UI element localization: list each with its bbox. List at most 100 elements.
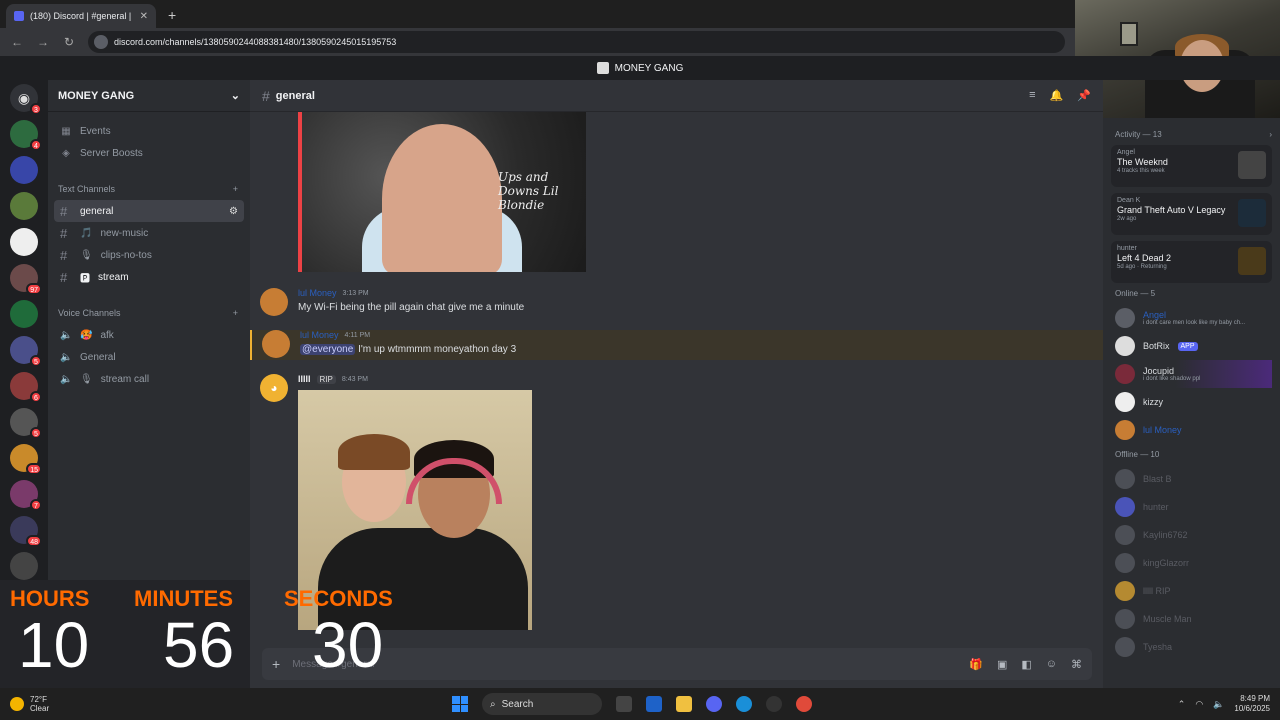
message-timestamp: 3:13 PM [342,289,369,297]
members-sidebar: Activity — 13 › Angel The Weeknd 4 track… [1103,118,1280,690]
message-author[interactable]: lul Money [298,288,337,298]
channel-label: clips-no-tos [100,249,152,261]
server-icon[interactable]: 97 [10,264,42,295]
emoji-icon[interactable]: ☺ [1046,658,1057,671]
address-bar[interactable]: discord.com/channels/1380590244088381480… [88,31,1065,53]
edge-icon[interactable] [736,696,752,712]
add-channel-icon[interactable]: + [233,184,238,194]
weather-widget[interactable]: 72°F Clear [0,695,200,713]
activity-card[interactable]: Dean K Grand Theft Auto V Legacy 2w ago [1111,193,1272,235]
member-row[interactable]: Muscle Man [1111,605,1272,633]
member-row[interactable]: lllll RIP [1111,577,1272,605]
server-header[interactable]: MONEY GANG ⌄ [48,80,250,112]
sidebar-item-events[interactable]: ▦ Events [54,120,244,142]
weather-desc: Clear [30,704,50,713]
channel-title: general [275,89,315,102]
wifi-icon[interactable]: ◠ [1195,699,1203,710]
discord-avatar-icon[interactable]: ◕ [260,374,288,402]
unread-badge: 5 [30,427,42,439]
discord-app-icon[interactable] [706,696,722,712]
section-title: Activity — 13 [1115,130,1162,139]
chevron-right-icon[interactable]: › [1269,130,1272,139]
member-row[interactable]: Kaylin6762 [1111,521,1272,549]
site-info-icon[interactable] [94,35,108,49]
obs-icon[interactable] [766,696,782,712]
message-author[interactable]: lllll [298,374,311,384]
message-author[interactable]: lul Money [300,330,339,340]
server-icon[interactable] [10,552,38,580]
store-icon[interactable] [646,696,662,712]
avatar[interactable] [262,330,290,358]
close-tab-icon[interactable]: ✕ [140,11,148,22]
activity-card[interactable]: hunter Left 4 Dead 2 5d ago · Returning [1111,241,1272,283]
threads-icon[interactable]: ≡ [1029,89,1035,102]
avatar[interactable] [260,288,288,316]
forward-icon[interactable]: → [36,35,50,49]
server-icon[interactable] [10,300,38,328]
windows-start-icon[interactable] [452,696,468,712]
sticker-icon[interactable]: ◧ [1021,658,1031,671]
taskbar-search[interactable]: ⌕ Search [482,693,602,715]
text-channels-category[interactable]: Text Channels + [54,178,244,200]
gif-icon[interactable]: ▣ [997,658,1007,671]
member-row[interactable]: Tyesha [1111,633,1272,661]
server-icon[interactable]: 48 [10,516,42,547]
back-icon[interactable]: ← [10,35,24,49]
member-row[interactable]: lul Money [1111,416,1272,444]
activity-header[interactable]: Activity — 13 › [1115,130,1272,139]
member-row[interactable]: Angel i dont care men look like my baby c… [1111,304,1272,332]
voice-channel-afk[interactable]: 🔈 🥵 afk [54,324,244,346]
wall-frame [1120,22,1138,46]
discord-home-icon[interactable]: ◉ 3 [10,84,42,115]
file-explorer-icon[interactable] [676,696,692,712]
channel-settings-icon[interactable]: ⚙ [229,206,238,217]
channel-clips-no-tos[interactable]: # 🎙 clips-no-tos [54,244,244,266]
pin-icon[interactable]: 📌 [1077,89,1091,102]
server-icon[interactable]: 15 [10,444,42,475]
gift-icon[interactable]: 🎁 [969,658,983,671]
server-icon[interactable]: 7 [10,480,42,511]
clock-date: 10/6/2025 [1234,704,1270,713]
server-icon[interactable]: 5 [10,336,42,367]
add-channel-icon[interactable]: + [233,308,238,318]
member-row[interactable]: Jocupid i dont like shadow ppl [1111,360,1272,388]
browser-tab[interactable]: (180) Discord | #general | M ✕ [6,4,156,28]
sidebar-item-server-boosts[interactable]: ◈ Server Boosts [54,142,244,164]
server-icon[interactable] [10,192,38,220]
sidebar-item-label: Server Boosts [80,147,143,159]
chrome-icon[interactable] [796,696,812,712]
server-icon[interactable]: 5 [10,408,42,439]
avatar [1115,609,1135,629]
apps-icon[interactable]: ⌘ [1071,658,1082,671]
member-row[interactable]: kizzy [1111,388,1272,416]
member-name: Muscle Man [1143,614,1192,624]
server-icon[interactable]: 4 [10,120,42,151]
taskview-icon[interactable] [616,696,632,712]
chevron-down-icon[interactable]: ⌄ [231,89,240,102]
member-row[interactable]: hunter [1111,493,1272,521]
channel-new-music[interactable]: # 🎵 new-music [54,222,244,244]
chevron-up-icon[interactable]: ⌃ [1178,699,1186,710]
server-icon[interactable] [10,156,38,184]
system-clock[interactable]: 8:49 PM 10/6/2025 [1234,694,1270,714]
activity-card[interactable]: Angel The Weeknd 4 tracks this week [1111,145,1272,187]
channel-general[interactable]: # general ⚙ [54,200,244,222]
reload-icon[interactable]: ↻ [62,35,76,49]
bell-icon[interactable]: 🔔 [1050,89,1064,102]
voice-channel-stream-call[interactable]: 🔈 🎙 stream call [54,368,244,390]
server-icon[interactable] [10,228,38,256]
new-tab-button[interactable]: + [168,7,176,23]
voice-channels-category[interactable]: Voice Channels + [54,302,244,324]
member-row[interactable]: kingGlazorr [1111,549,1272,577]
everyone-mention[interactable]: @everyone [300,344,356,355]
server-icon[interactable]: 6 [10,372,42,403]
volume-icon[interactable]: 🔈 [1213,699,1224,710]
member-row[interactable]: Blast B [1111,465,1272,493]
speaker-icon: 🔈 [60,329,73,341]
embed-title-art: Ups and Downs Lil Blondie [498,170,559,212]
video-embed[interactable]: Ups and Downs Lil Blondie [298,112,586,272]
member-name: Angel [1143,310,1167,320]
channel-stream[interactable]: # 🅿 stream [54,266,244,288]
voice-channel-general[interactable]: 🔈 General [54,346,244,368]
member-row[interactable]: BotRix APP [1111,332,1272,360]
